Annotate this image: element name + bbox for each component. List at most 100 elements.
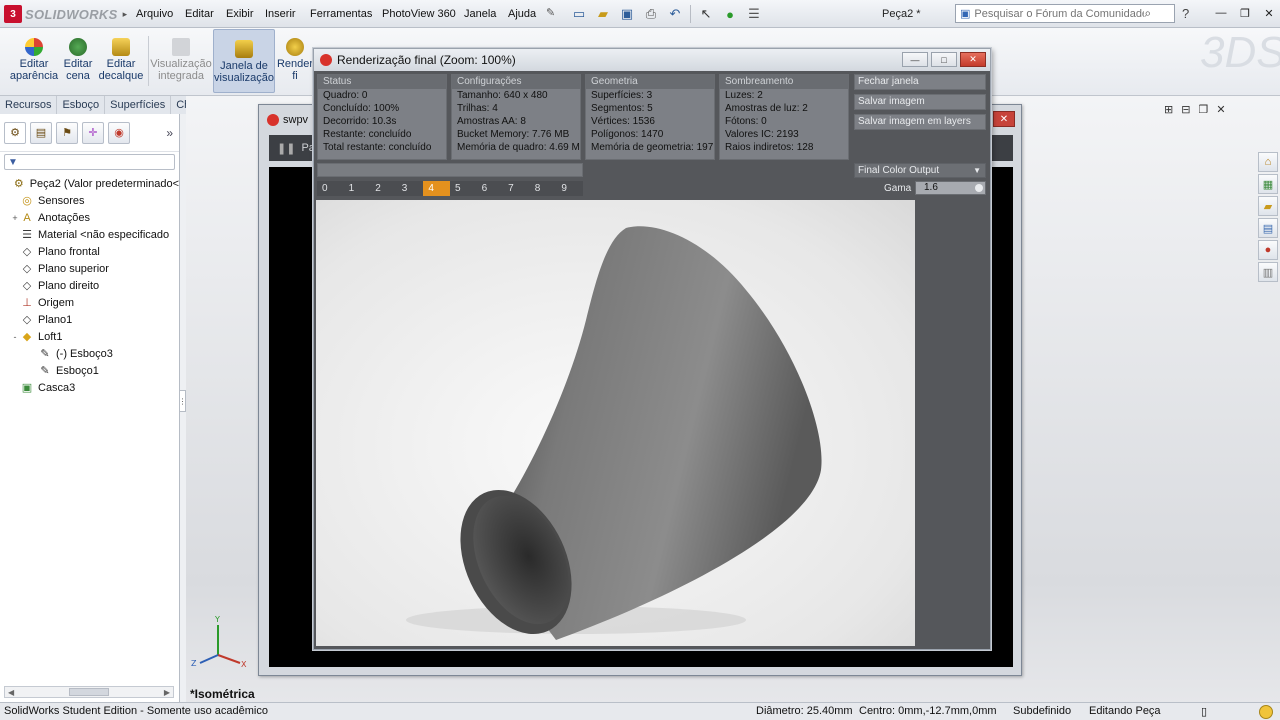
tree-item[interactable]: ◇ Plano superior bbox=[0, 260, 179, 277]
close-window-button[interactable]: Fechar janela bbox=[854, 74, 986, 90]
render-minimize-icon[interactable]: — bbox=[902, 52, 928, 67]
display-manager-tab-icon[interactable]: ◉ bbox=[108, 121, 130, 144]
scroll-right-icon[interactable]: ▶ bbox=[164, 688, 170, 697]
tree-item[interactable]: ◎ Sensores bbox=[0, 192, 179, 209]
feature-tree-tab-icon[interactable]: ⚙ bbox=[4, 121, 26, 144]
open-folder-icon[interactable]: ▰ bbox=[592, 4, 614, 24]
design-library-icon[interactable]: ▦ bbox=[1258, 174, 1278, 194]
restore-icon[interactable]: ❐ bbox=[1236, 4, 1254, 22]
new-document-icon[interactable]: ▭ bbox=[568, 4, 590, 24]
gamma-spinner-icon[interactable] bbox=[975, 184, 983, 192]
file-explorer-icon[interactable]: ▰ bbox=[1258, 196, 1278, 216]
edit-appearance-button[interactable]: Editar aparência bbox=[6, 28, 62, 92]
render-maximize-icon[interactable]: □ bbox=[931, 52, 957, 67]
frame-button[interactable]: 6 bbox=[477, 181, 504, 196]
tree-item[interactable]: - ◆ Loft1 bbox=[0, 328, 179, 345]
print-icon[interactable]: ⎙ bbox=[640, 4, 662, 24]
minimize-icon[interactable]: — bbox=[1212, 4, 1230, 22]
menu-ferramentas[interactable]: Ferramentas bbox=[310, 8, 372, 20]
scroll-left-icon[interactable]: ◀ bbox=[8, 688, 14, 697]
tree-item[interactable]: ▣ Casca3 bbox=[0, 379, 179, 396]
undo-icon[interactable]: ↶ bbox=[664, 4, 686, 24]
menu-exibir[interactable]: Exibir bbox=[226, 8, 254, 20]
tree-filter[interactable]: ▼ bbox=[4, 154, 175, 170]
save-icon[interactable]: ▣ bbox=[616, 4, 638, 24]
photoview-close-button[interactable]: ✕ bbox=[993, 111, 1015, 127]
frame-button[interactable]: 3 bbox=[397, 181, 424, 196]
panel-splitter-handle[interactable]: ⋮ bbox=[179, 390, 187, 412]
menu-inserir[interactable]: Inserir bbox=[265, 8, 296, 20]
close-icon[interactable]: ✕ bbox=[1260, 4, 1278, 22]
pause-icon[interactable]: ❚❚ bbox=[277, 142, 295, 155]
part-icon: ⚙ bbox=[13, 178, 24, 190]
tab-superficies[interactable]: Superfícies bbox=[105, 96, 172, 114]
home-icon[interactable]: ⌂ bbox=[1258, 152, 1278, 172]
view-palette-icon[interactable]: ▤ bbox=[1258, 218, 1278, 238]
viewport-window-controls: ⊞ ⊟ ❐ ✕ bbox=[1164, 103, 1226, 116]
frame-button[interactable]: 1 bbox=[344, 181, 371, 196]
tree-item[interactable]: ✎ Esboço1 bbox=[0, 362, 179, 379]
appearance-icon bbox=[25, 38, 43, 56]
tree-item[interactable]: ⚙ Peça2 (Valor predeterminado< bbox=[0, 175, 179, 192]
render-close-icon[interactable]: ✕ bbox=[960, 52, 986, 67]
frame-button[interactable]: 9 bbox=[556, 181, 583, 196]
frame-button[interactable]: 2 bbox=[370, 181, 397, 196]
help-icon[interactable]: ? bbox=[1182, 6, 1189, 21]
render-dialog-titlebar[interactable]: Renderização final (Zoom: 100%) bbox=[314, 49, 990, 71]
configuration-manager-tab-icon[interactable]: ⚑ bbox=[56, 121, 78, 144]
tile-vertical-icon[interactable]: ⊟ bbox=[1181, 103, 1190, 116]
tree-item[interactable]: ⊥ Origem bbox=[0, 294, 179, 311]
plane-icon: ◇ bbox=[22, 314, 32, 326]
tree-item[interactable]: ◇ Plano direito bbox=[0, 277, 179, 294]
frame-button[interactable]: 5 bbox=[450, 181, 477, 196]
frame-button[interactable]: 4 bbox=[423, 181, 450, 196]
viewport-restore-icon[interactable]: ❐ bbox=[1198, 103, 1208, 116]
frame-button[interactable]: 7 bbox=[503, 181, 530, 196]
frame-button[interactable]: 0 bbox=[317, 181, 344, 196]
gamma-input[interactable]: 1.6 bbox=[915, 181, 986, 195]
expand-panel-icon[interactable]: » bbox=[166, 126, 173, 140]
edit-decal-button[interactable]: Editar decalque bbox=[98, 28, 144, 92]
appearances-icon[interactable]: ● bbox=[1258, 240, 1278, 260]
tile-icon[interactable]: ⊞ bbox=[1164, 103, 1173, 116]
edit-scene-button[interactable]: Editar cena bbox=[60, 28, 96, 92]
custom-properties-icon[interactable]: ▥ bbox=[1258, 262, 1278, 282]
dimxpert-tab-icon[interactable]: ✛ bbox=[82, 121, 104, 144]
expand-toggle-icon[interactable]: - bbox=[10, 332, 20, 342]
output-pass-select[interactable]: Final Color Output ▼ bbox=[854, 163, 986, 178]
horizontal-scrollbar[interactable]: ◀ ▶ bbox=[4, 686, 174, 698]
expand-toggle-icon[interactable]: + bbox=[10, 213, 20, 223]
search-icon[interactable]: ⌕ bbox=[1144, 6, 1151, 21]
status-help-icon[interactable] bbox=[1259, 705, 1273, 719]
tree-item[interactable]: ◇ Plano1 bbox=[0, 311, 179, 328]
menu-ajuda[interactable]: Ajuda bbox=[508, 8, 536, 20]
save-layers-button[interactable]: Salvar imagem em layers bbox=[854, 114, 986, 130]
frame-button[interactable]: 8 bbox=[530, 181, 557, 196]
tree-item[interactable]: ✎ (-) Esboço3 bbox=[0, 345, 179, 362]
tree-item[interactable]: ☰ Material <não especificado bbox=[0, 226, 179, 243]
tree-item[interactable]: + A Anotações bbox=[0, 209, 179, 226]
viewport-close-icon[interactable]: ✕ bbox=[1216, 103, 1225, 116]
menu-arquivo[interactable]: Arquivo bbox=[136, 8, 173, 20]
menu-photoview[interactable]: PhotoView 360 bbox=[382, 8, 456, 20]
save-image-button[interactable]: Salvar imagem bbox=[854, 94, 986, 110]
rebuild-traffic-light-icon[interactable]: ● bbox=[719, 4, 741, 24]
plane-icon: ◇ bbox=[22, 246, 32, 258]
property-manager-tab-icon[interactable]: ▤ bbox=[30, 121, 52, 144]
search-input[interactable] bbox=[974, 7, 1145, 20]
solidworks-logo[interactable]: 3 SOLIDWORKS ▸ bbox=[4, 5, 127, 23]
options-icon[interactable]: ☰ bbox=[743, 4, 765, 24]
menu-editar[interactable]: Editar bbox=[185, 8, 214, 20]
tab-esboco[interactable]: Esboço bbox=[57, 96, 106, 114]
scrollbar-thumb[interactable] bbox=[69, 688, 109, 696]
tree-item[interactable]: ◇ Plano frontal bbox=[0, 243, 179, 260]
select-cursor-icon[interactable]: ↖ bbox=[695, 4, 717, 24]
preview-window-button[interactable]: Janela de visualização bbox=[213, 29, 275, 93]
integrated-preview-button[interactable]: Visualização integrada bbox=[150, 28, 212, 92]
menu-janela[interactable]: Janela bbox=[464, 8, 496, 20]
units-icon[interactable]: ▯ bbox=[1201, 705, 1207, 718]
final-render-button[interactable]: Render fi bbox=[277, 28, 313, 92]
tab-recursos[interactable]: Recursos bbox=[0, 96, 58, 114]
pin-icon[interactable]: ✎ bbox=[546, 6, 555, 19]
community-search-box[interactable]: ▣ ⌕ bbox=[955, 4, 1175, 23]
